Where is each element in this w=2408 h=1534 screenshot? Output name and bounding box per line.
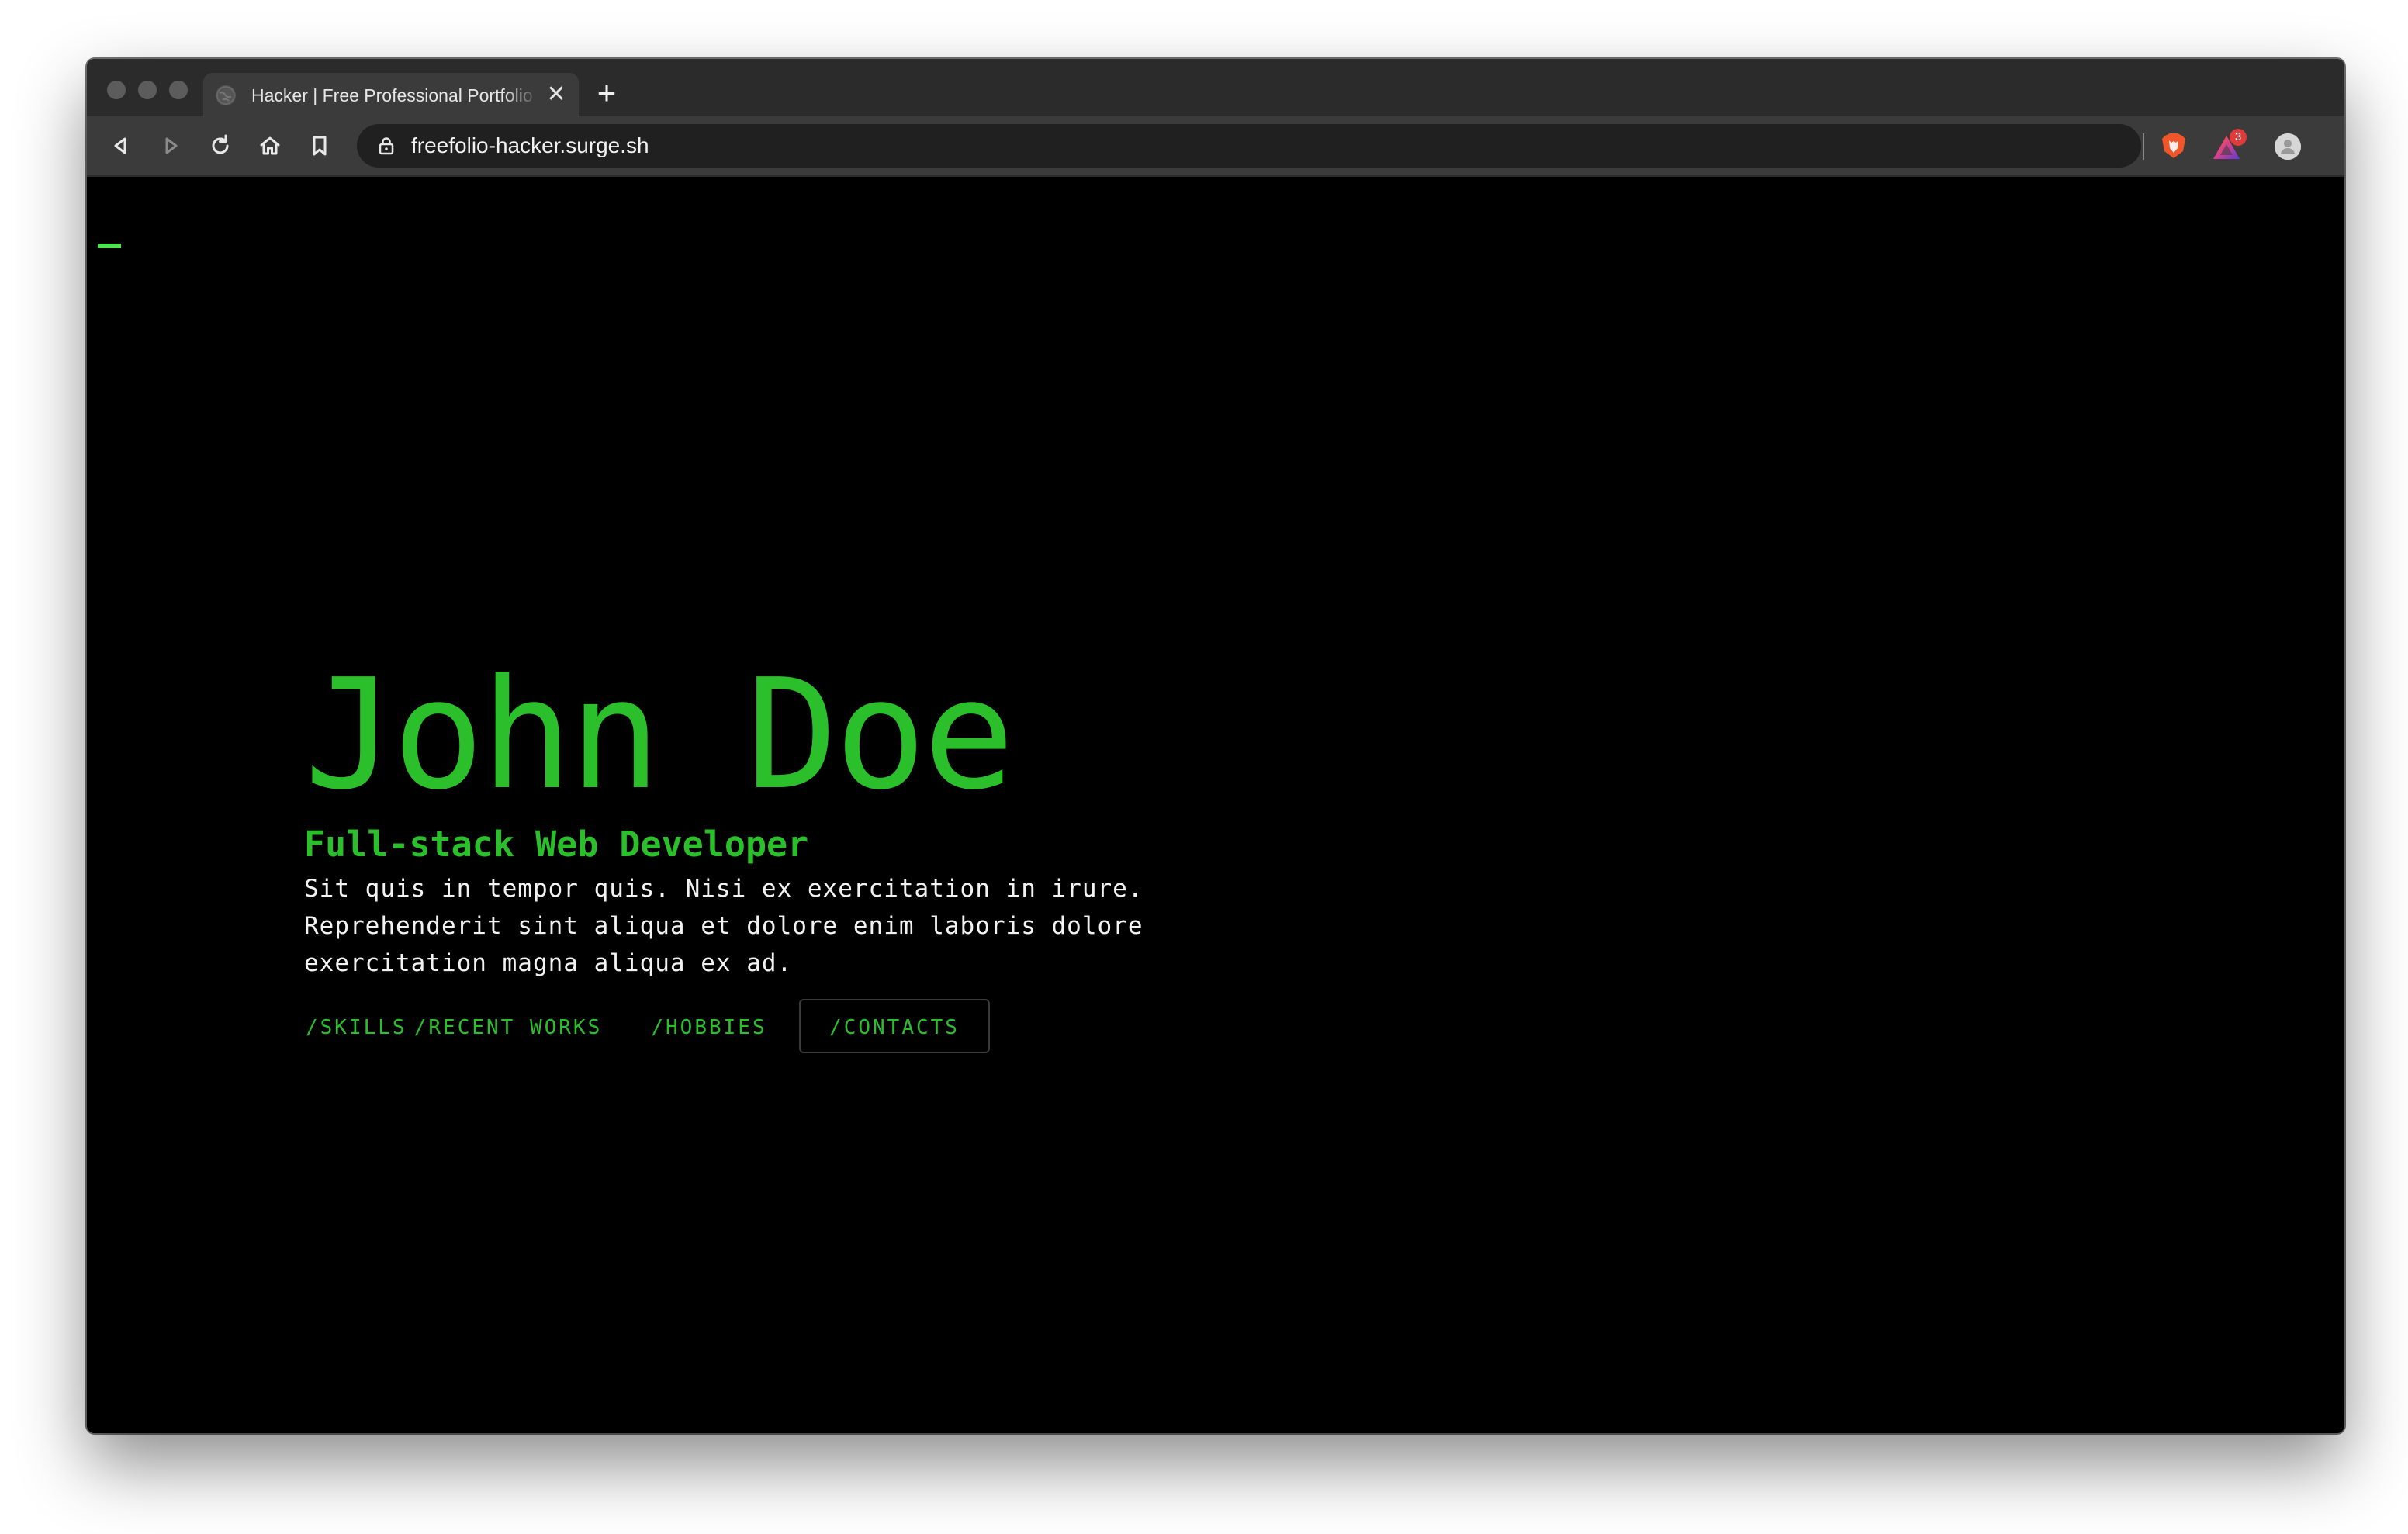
- window-minimize-control[interactable]: [138, 81, 157, 99]
- terminal-cursor: [98, 244, 121, 248]
- nav-link-contacts[interactable]: /CONTACTS: [799, 999, 990, 1053]
- hero-name: John Doe: [304, 647, 1015, 824]
- globe-icon: [216, 85, 236, 105]
- lock-icon[interactable]: [375, 135, 397, 157]
- hero-section: John Doe Full-stack Web Developer Sit qu…: [304, 659, 1313, 1055]
- hero-role: Full-stack Web Developer: [304, 824, 809, 865]
- new-tab-button[interactable]: +: [591, 77, 622, 109]
- window-zoom-control[interactable]: [169, 81, 188, 99]
- tab-title: Hacker | Free Professional Portfolio: [251, 85, 533, 105]
- browser-toolbar: freefolio-hacker.surge.sh 3: [87, 116, 2344, 177]
- screenshot-stage: Hacker | Free Professional Portfolio ✕ +: [0, 0, 2408, 1534]
- tab-strip: Hacker | Free Professional Portfolio ✕ +: [87, 59, 2344, 116]
- browser-tab[interactable]: Hacker | Free Professional Portfolio ✕: [203, 73, 579, 116]
- browser-window: Hacker | Free Professional Portfolio ✕ +: [87, 59, 2344, 1433]
- address-bar-url[interactable]: freefolio-hacker.surge.sh: [411, 134, 649, 157]
- nav-link-recent-works[interactable]: /RECENT WORKS: [397, 999, 619, 1053]
- hero-nav: /SKILLS /RECENT WORKS /HOBBIES /CONTACTS: [304, 999, 1313, 1055]
- nav-link-skills[interactable]: /SKILLS: [304, 999, 405, 1053]
- brave-lion-icon[interactable]: [2160, 131, 2188, 161]
- home-icon[interactable]: [256, 132, 284, 160]
- bookmark-icon[interactable]: [306, 132, 334, 160]
- rewards-badge: 3: [2230, 129, 2247, 146]
- forward-icon[interactable]: [157, 132, 185, 160]
- profile-icon[interactable]: [2275, 133, 2301, 160]
- reload-icon[interactable]: [206, 132, 234, 160]
- address-bar[interactable]: freefolio-hacker.surge.sh: [357, 124, 2141, 168]
- page-viewport: John Doe Full-stack Web Developer Sit qu…: [87, 177, 2344, 1433]
- brave-rewards-icon[interactable]: 3: [2211, 129, 2247, 161]
- back-icon[interactable]: [107, 132, 135, 160]
- toolbar-divider: [2143, 133, 2144, 160]
- nav-link-hobbies[interactable]: /HOBBIES: [635, 999, 784, 1053]
- close-tab-icon[interactable]: ✕: [545, 83, 568, 106]
- window-close-control[interactable]: [107, 81, 126, 99]
- hero-bio: Sit quis in tempor quis. Nisi ex exercit…: [304, 875, 1143, 977]
